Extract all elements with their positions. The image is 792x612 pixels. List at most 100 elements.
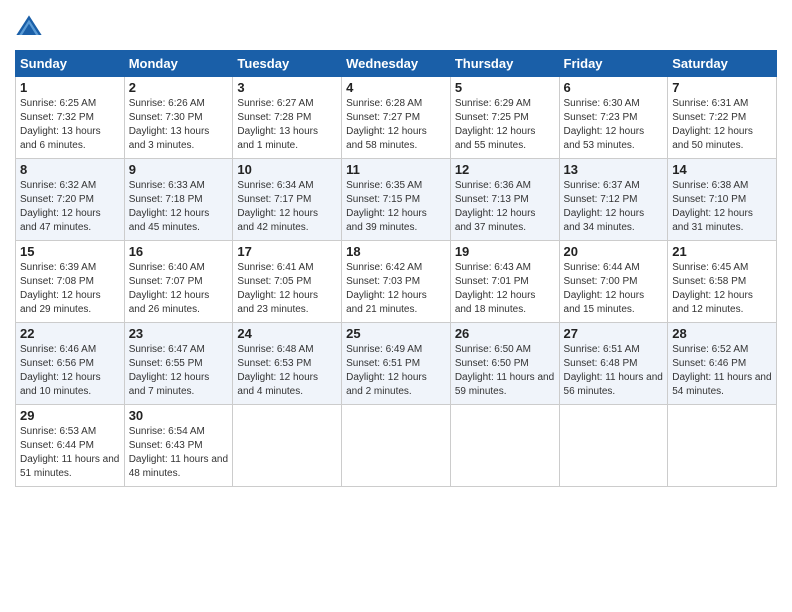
day-info: Sunrise: 6:47 AMSunset: 6:55 PMDaylight:… [129, 343, 229, 399]
day-number: 6 [564, 80, 664, 95]
calendar-cell: 6Sunrise: 6:30 AMSunset: 7:23 PMDaylight… [559, 77, 668, 159]
day-number: 1 [20, 80, 120, 95]
calendar-cell: 1 Sunrise: 6:25 AMSunset: 7:32 PMDaylight… [16, 77, 125, 159]
header-friday: Friday [559, 51, 668, 77]
calendar-cell: 26 Sunrise: 6:50 AMSunset: 6:50 PMDayligh… [450, 323, 559, 405]
calendar-cell: 12 Sunrise: 6:36 AMSunset: 7:13 PMDayligh… [450, 159, 559, 241]
calendar-cell [559, 405, 668, 487]
day-number: 26 [455, 326, 555, 341]
header-wednesday: Wednesday [342, 51, 451, 77]
day-number: 9 [129, 162, 229, 177]
calendar-cell: 27 Sunrise: 6:51 AMSunset: 6:48 PMDayligh… [559, 323, 668, 405]
day-number: 7 [672, 80, 772, 95]
logo-icon [15, 14, 43, 42]
calendar-cell: 22Sunrise: 6:46 AMSunset: 6:56 PMDayligh… [16, 323, 125, 405]
day-info: Sunrise: 6:39 AMSunset: 7:08 PMDaylight:… [20, 261, 120, 317]
day-info: Sunrise: 6:44 AMSunset: 7:00 PMDaylight:… [564, 261, 664, 317]
day-number: 14 [672, 162, 772, 177]
day-number: 5 [455, 80, 555, 95]
calendar-cell: 24Sunrise: 6:48 AMSunset: 6:53 PMDayligh… [233, 323, 342, 405]
day-info: Sunrise: 6:53 AMSunset: 6:44 PMDaylight:… [20, 425, 120, 481]
day-info: Sunrise: 6:36 AMSunset: 7:13 PMDaylight:… [455, 179, 555, 235]
day-info: Sunrise: 6:32 AMSunset: 7:20 PMDaylight:… [20, 179, 120, 235]
day-info: Sunrise: 6:51 AMSunset: 6:48 PMDaylight:… [564, 343, 664, 399]
calendar-cell: 8 Sunrise: 6:32 AMSunset: 7:20 PMDaylight… [16, 159, 125, 241]
day-info: Sunrise: 6:31 AMSunset: 7:22 PMDaylight:… [672, 97, 772, 153]
calendar-week-3: 15 Sunrise: 6:39 AMSunset: 7:08 PMDayligh… [16, 241, 777, 323]
calendar-cell [342, 405, 451, 487]
calendar-cell: 30 Sunrise: 6:54 AMSunset: 6:43 PMDayligh… [124, 405, 233, 487]
day-number: 12 [455, 162, 555, 177]
header-thursday: Thursday [450, 51, 559, 77]
calendar-cell: 2 Sunrise: 6:26 AMSunset: 7:30 PMDaylight… [124, 77, 233, 159]
header-tuesday: Tuesday [233, 51, 342, 77]
calendar-cell: 14 Sunrise: 6:38 AMSunset: 7:10 PMDayligh… [668, 159, 777, 241]
calendar-cell: 7 Sunrise: 6:31 AMSunset: 7:22 PMDaylight… [668, 77, 777, 159]
day-number: 11 [346, 162, 446, 177]
calendar-week-1: 1 Sunrise: 6:25 AMSunset: 7:32 PMDaylight… [16, 77, 777, 159]
day-info: Sunrise: 6:45 AMSunset: 6:58 PMDaylight:… [672, 261, 772, 317]
calendar-cell: 11 Sunrise: 6:35 AMSunset: 7:15 PMDayligh… [342, 159, 451, 241]
header-saturday: Saturday [668, 51, 777, 77]
calendar-week-2: 8 Sunrise: 6:32 AMSunset: 7:20 PMDaylight… [16, 159, 777, 241]
page: SundayMondayTuesdayWednesdayThursdayFrid… [0, 0, 792, 612]
day-number: 2 [129, 80, 229, 95]
calendar-cell: 21 Sunrise: 6:45 AMSunset: 6:58 PMDayligh… [668, 241, 777, 323]
header-monday: Monday [124, 51, 233, 77]
calendar-cell: 5 Sunrise: 6:29 AMSunset: 7:25 PMDaylight… [450, 77, 559, 159]
day-number: 8 [20, 162, 120, 177]
day-number: 24 [237, 326, 337, 341]
calendar-cell: 10 Sunrise: 6:34 AMSunset: 7:17 PMDayligh… [233, 159, 342, 241]
day-info: Sunrise: 6:29 AMSunset: 7:25 PMDaylight:… [455, 97, 555, 153]
day-number: 21 [672, 244, 772, 259]
day-info: Sunrise: 6:46 AMSunset: 6:56 PMDaylight:… [20, 343, 120, 399]
calendar-cell: 13Sunrise: 6:37 AMSunset: 7:12 PMDayligh… [559, 159, 668, 241]
day-info: Sunrise: 6:28 AMSunset: 7:27 PMDaylight:… [346, 97, 446, 153]
day-info: Sunrise: 6:41 AMSunset: 7:05 PMDaylight:… [237, 261, 337, 317]
day-info: Sunrise: 6:50 AMSunset: 6:50 PMDaylight:… [455, 343, 555, 399]
day-number: 16 [129, 244, 229, 259]
day-number: 19 [455, 244, 555, 259]
day-number: 3 [237, 80, 337, 95]
calendar-cell [450, 405, 559, 487]
day-number: 18 [346, 244, 446, 259]
calendar-cell [233, 405, 342, 487]
calendar-cell: 29 Sunrise: 6:53 AMSunset: 6:44 PMDayligh… [16, 405, 125, 487]
day-info: Sunrise: 6:54 AMSunset: 6:43 PMDaylight:… [129, 425, 229, 481]
calendar-cell: 20 Sunrise: 6:44 AMSunset: 7:00 PMDayligh… [559, 241, 668, 323]
calendar-cell: 18 Sunrise: 6:42 AMSunset: 7:03 PMDayligh… [342, 241, 451, 323]
day-number: 29 [20, 408, 120, 423]
calendar-cell: 17 Sunrise: 6:41 AMSunset: 7:05 PMDayligh… [233, 241, 342, 323]
day-number: 30 [129, 408, 229, 423]
calendar-cell: 28 Sunrise: 6:52 AMSunset: 6:46 PMDayligh… [668, 323, 777, 405]
day-number: 4 [346, 80, 446, 95]
day-number: 10 [237, 162, 337, 177]
day-info: Sunrise: 6:25 AMSunset: 7:32 PMDaylight:… [20, 97, 120, 153]
calendar-cell: 16 Sunrise: 6:40 AMSunset: 7:07 PMDayligh… [124, 241, 233, 323]
calendar-cell: 25 Sunrise: 6:49 AMSunset: 6:51 PMDayligh… [342, 323, 451, 405]
day-info: Sunrise: 6:35 AMSunset: 7:15 PMDaylight:… [346, 179, 446, 235]
day-number: 15 [20, 244, 120, 259]
day-info: Sunrise: 6:49 AMSunset: 6:51 PMDaylight:… [346, 343, 446, 399]
calendar-cell: 19 Sunrise: 6:43 AMSunset: 7:01 PMDayligh… [450, 241, 559, 323]
header-sunday: Sunday [16, 51, 125, 77]
logo [15, 10, 45, 42]
day-number: 13 [564, 162, 664, 177]
calendar-cell: 3Sunrise: 6:27 AMSunset: 7:28 PMDaylight… [233, 77, 342, 159]
day-number: 17 [237, 244, 337, 259]
calendar-week-5: 29 Sunrise: 6:53 AMSunset: 6:44 PMDayligh… [16, 405, 777, 487]
day-info: Sunrise: 6:52 AMSunset: 6:46 PMDaylight:… [672, 343, 772, 399]
day-info: Sunrise: 6:42 AMSunset: 7:03 PMDaylight:… [346, 261, 446, 317]
day-info: Sunrise: 6:43 AMSunset: 7:01 PMDaylight:… [455, 261, 555, 317]
day-number: 27 [564, 326, 664, 341]
day-number: 25 [346, 326, 446, 341]
day-info: Sunrise: 6:38 AMSunset: 7:10 PMDaylight:… [672, 179, 772, 235]
calendar-header-row: SundayMondayTuesdayWednesdayThursdayFrid… [16, 51, 777, 77]
day-info: Sunrise: 6:40 AMSunset: 7:07 PMDaylight:… [129, 261, 229, 317]
day-info: Sunrise: 6:26 AMSunset: 7:30 PMDaylight:… [129, 97, 229, 153]
calendar-table: SundayMondayTuesdayWednesdayThursdayFrid… [15, 50, 777, 487]
day-number: 28 [672, 326, 772, 341]
day-info: Sunrise: 6:34 AMSunset: 7:17 PMDaylight:… [237, 179, 337, 235]
day-number: 20 [564, 244, 664, 259]
calendar-cell: 15 Sunrise: 6:39 AMSunset: 7:08 PMDayligh… [16, 241, 125, 323]
